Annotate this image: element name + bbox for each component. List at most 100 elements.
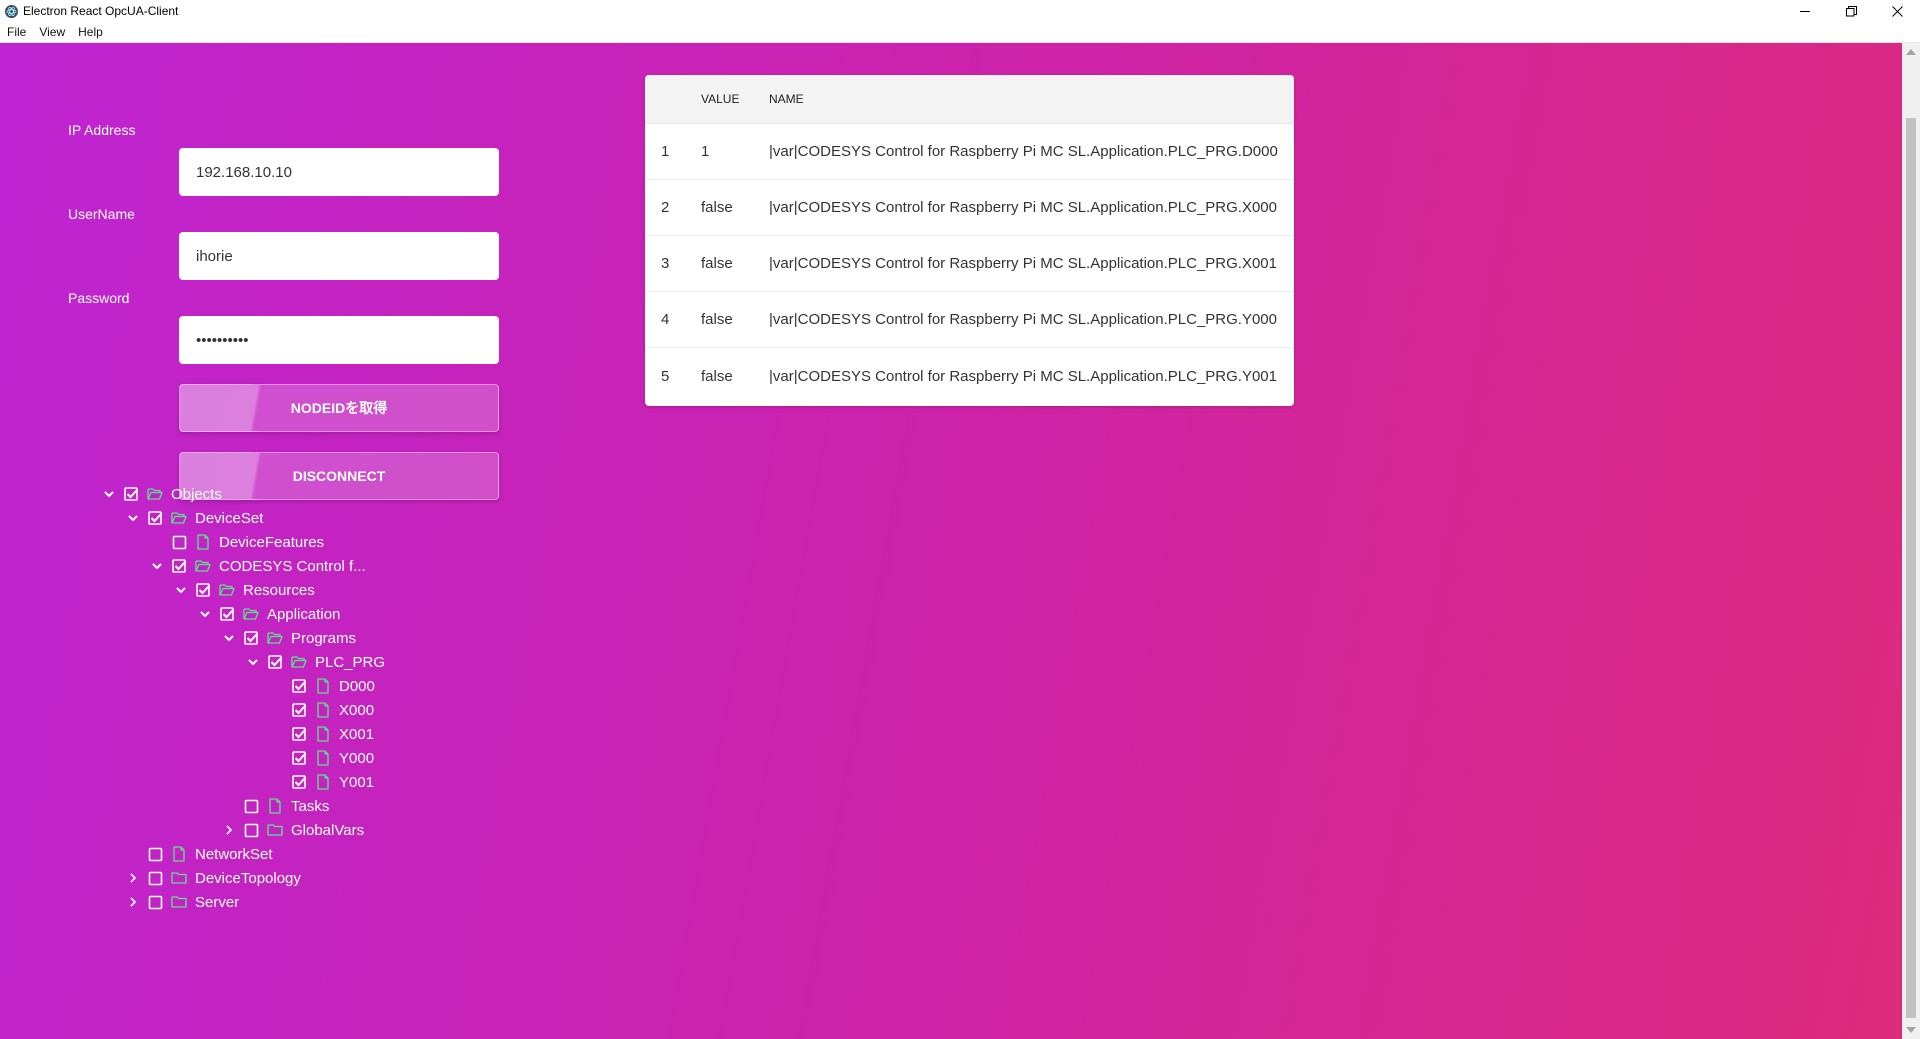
tree-node-label[interactable]: D000: [339, 678, 375, 695]
tree-node[interactable]: DeviceFeatures: [148, 530, 324, 554]
tree-node[interactable]: D000: [268, 674, 375, 698]
window-controls: [1782, 0, 1920, 22]
tree-node-label[interactable]: Programs: [291, 630, 356, 647]
tree-node-label[interactable]: CODESYS Control f...: [219, 558, 366, 575]
tree-node-label[interactable]: NetworkSet: [195, 846, 273, 863]
menu-file[interactable]: File: [0, 25, 32, 39]
file-icon: [195, 534, 211, 550]
password-label: Password: [68, 290, 130, 306]
checkbox-checked-icon[interactable]: [292, 702, 307, 718]
tree-node-label[interactable]: X000: [339, 702, 374, 719]
tree-node[interactable]: Application: [196, 602, 340, 626]
tree-node[interactable]: Tasks: [220, 794, 329, 818]
tree-node[interactable]: CODESYS Control f...: [148, 554, 366, 578]
get-nodeid-button[interactable]: NODEIDを取得: [179, 384, 499, 432]
tree-node-label[interactable]: Resources: [243, 582, 315, 599]
tree-node[interactable]: X001: [268, 722, 374, 746]
tree-node-label[interactable]: Y000: [339, 750, 374, 767]
checkbox-checked-icon[interactable]: [292, 678, 307, 694]
checkbox-empty-icon[interactable]: [148, 871, 163, 886]
tree-node-label[interactable]: DeviceSet: [195, 510, 263, 527]
checkbox-empty-icon[interactable]: [244, 823, 259, 838]
checkbox-checked-icon[interactable]: [244, 630, 259, 646]
checkbox-checked-icon[interactable]: [148, 510, 163, 526]
chevron-down-icon[interactable]: [244, 653, 262, 671]
table-row[interactable]: 2 false |var|CODESYS Control for Raspber…: [645, 180, 1294, 236]
table-row[interactable]: 1 1 |var|CODESYS Control for Raspberry P…: [645, 124, 1294, 180]
chevron-down-icon[interactable]: [124, 509, 142, 527]
checkbox-empty-icon[interactable]: [148, 895, 163, 910]
tree-node-label[interactable]: DeviceFeatures: [219, 534, 324, 551]
checkbox-checked-icon[interactable]: [268, 654, 283, 670]
scroll-up-icon[interactable]: [1906, 49, 1916, 55]
restore-button[interactable]: [1828, 0, 1874, 22]
minimize-button[interactable]: [1782, 0, 1828, 22]
table-row[interactable]: 4 false |var|CODESYS Control for Raspber…: [645, 292, 1294, 348]
tree-node-label[interactable]: Objects: [171, 486, 222, 503]
tree-node[interactable]: Programs: [220, 626, 356, 650]
chevron-down-icon[interactable]: [196, 605, 214, 623]
folder-open-icon: [147, 486, 163, 502]
electron-app-icon: [5, 4, 18, 18]
tree-node-label[interactable]: Server: [195, 894, 239, 911]
checkbox-empty-icon: [148, 895, 163, 909]
menu-view[interactable]: View: [32, 25, 71, 39]
tree-node[interactable]: Y000: [268, 746, 374, 770]
table-row[interactable]: 5 false |var|CODESYS Control for Raspber…: [645, 348, 1294, 404]
folder-open-icon: [243, 608, 259, 620]
chevron-down-icon[interactable]: [220, 629, 238, 647]
password-input[interactable]: [179, 316, 499, 364]
tree-node-label[interactable]: PLC_PRG: [315, 654, 385, 671]
checkbox-checked-icon[interactable]: [292, 774, 307, 790]
tree-node[interactable]: DeviceTopology: [124, 866, 301, 890]
chevron-right-icon[interactable]: [124, 893, 142, 911]
checkbox-checked-icon[interactable]: [220, 606, 235, 622]
checkbox-checked-icon[interactable]: [124, 486, 139, 502]
checkbox-checked-icon: [292, 750, 307, 765]
tree-node[interactable]: NetworkSet: [124, 842, 273, 866]
chevron-down-icon[interactable]: [148, 557, 166, 575]
checkbox-checked-icon[interactable]: [196, 582, 211, 598]
disconnect-button[interactable]: DISCONNECT: [179, 452, 499, 500]
header-value[interactable]: VALUE: [701, 92, 769, 106]
checkbox-empty-icon[interactable]: [172, 535, 187, 550]
tree-node-label[interactable]: DeviceTopology: [195, 870, 301, 887]
header-name[interactable]: NAME: [769, 92, 1294, 106]
tree-node[interactable]: Resources: [172, 578, 315, 602]
close-button[interactable]: [1874, 0, 1920, 22]
checkbox-checked-icon: [244, 630, 259, 645]
checkbox-empty-icon[interactable]: [148, 847, 163, 862]
tree-node[interactable]: Server: [124, 890, 239, 914]
vertical-scrollbar[interactable]: [1902, 43, 1920, 1039]
file-icon: [315, 702, 331, 718]
folder-open-icon: [171, 512, 187, 524]
checkbox-checked-icon[interactable]: [292, 726, 307, 742]
chevron-down-icon: [248, 659, 258, 666]
table-row[interactable]: 3 false |var|CODESYS Control for Raspber…: [645, 236, 1294, 292]
tree-node[interactable]: Y001: [268, 770, 374, 794]
tree-node-label[interactable]: Y001: [339, 774, 374, 791]
chevron-down-icon[interactable]: [172, 581, 190, 599]
chevron-right-icon[interactable]: [124, 869, 142, 887]
scroll-thumb[interactable]: [1906, 118, 1916, 1018]
tree-node-label[interactable]: Tasks: [291, 798, 329, 815]
checkbox-empty-icon[interactable]: [244, 799, 259, 814]
username-input[interactable]: [179, 232, 499, 280]
tree-node[interactable]: PLC_PRG: [244, 650, 385, 674]
checkbox-checked-icon[interactable]: [292, 750, 307, 766]
scroll-down-icon[interactable]: [1906, 1027, 1916, 1033]
ip-address-input[interactable]: [179, 148, 499, 196]
row-name: |var|CODESYS Control for Raspberry Pi MC…: [769, 311, 1277, 328]
menu-help[interactable]: Help: [71, 25, 109, 39]
tree-node-label[interactable]: Application: [267, 606, 340, 623]
tree-node-label[interactable]: X001: [339, 726, 374, 743]
chevron-down-icon[interactable]: [100, 485, 118, 503]
checkbox-checked-icon[interactable]: [172, 558, 187, 574]
tree-node[interactable]: GlobalVars: [220, 818, 364, 842]
tree-node[interactable]: DeviceSet: [124, 506, 263, 530]
tree-node-label[interactable]: GlobalVars: [291, 822, 364, 839]
tree-node[interactable]: Objects: [100, 482, 222, 506]
chevron-right-icon[interactable]: [220, 821, 238, 839]
tree-node[interactable]: X000: [268, 698, 374, 722]
